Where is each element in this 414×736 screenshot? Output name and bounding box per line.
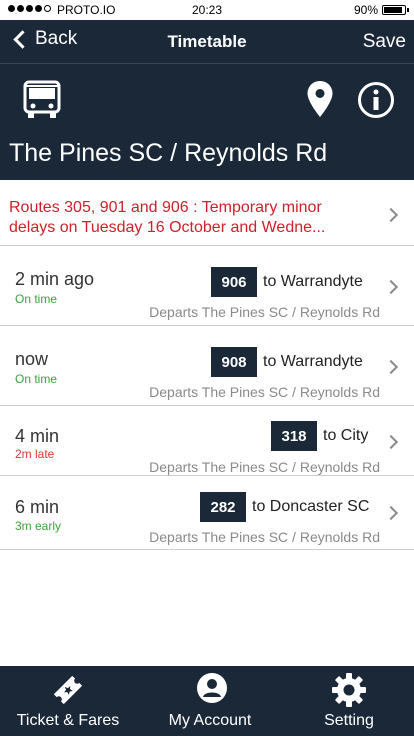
- ticket-icon: [53, 675, 83, 705]
- status-bar: PROTO.IO 20:23 90%: [0, 0, 414, 20]
- route-number-badge: 906: [211, 267, 257, 297]
- header: Back Timetable Save The Pines SC / Reyno…: [0, 20, 414, 180]
- departure-row[interactable]: 6 min 3m early 282 to Doncaster SC Depar…: [0, 476, 414, 550]
- departs-from: Departs The Pines SC / Reynolds Rd: [149, 384, 380, 400]
- departs-from: Departs The Pines SC / Reynolds Rd: [149, 459, 380, 475]
- bus-icon: [23, 80, 61, 118]
- chevron-right-icon: [383, 207, 399, 223]
- route-number-badge: 318: [271, 421, 317, 451]
- tab-my-account[interactable]: My Account: [140, 666, 280, 736]
- tab-label: Setting: [324, 712, 374, 729]
- departure-time: 2 min ago: [15, 269, 95, 289]
- tab-label: My Account: [168, 712, 252, 729]
- navigation-bar: Back Timetable Save: [0, 20, 414, 64]
- chevron-right-icon: [383, 359, 399, 375]
- info-icon[interactable]: [357, 81, 395, 119]
- page-title: Timetable: [167, 32, 247, 51]
- tab-label: Ticket & Fares: [16, 712, 120, 729]
- departure-status: 3m early: [15, 519, 62, 533]
- departs-from: Departs The Pines SC / Reynolds Rd: [149, 304, 380, 320]
- route-info: 908 to Warrandyte: [211, 347, 363, 377]
- save-button[interactable]: Save: [363, 31, 406, 53]
- alert-text-line-2: delays on Tuesday 16 October and Wedne..…: [9, 219, 326, 236]
- departure-time: 4 min: [15, 426, 60, 446]
- battery-icon: [382, 5, 409, 15]
- tab-setting[interactable]: Setting: [284, 666, 414, 736]
- gear-icon: [332, 673, 366, 707]
- route-destination: to City: [323, 427, 369, 444]
- route-number-badge: 282: [200, 492, 246, 522]
- departure-time: 6 min: [15, 497, 60, 517]
- departure-status: 2m late: [15, 447, 55, 461]
- route-info: 282 to Doncaster SC: [200, 492, 369, 522]
- route-number-badge: 908: [211, 347, 257, 377]
- alert-text-line-1: Routes 305, 901 and 906 : Temporary mino…: [9, 199, 322, 216]
- departure-status: On time: [15, 292, 58, 306]
- stop-name: The Pines SC / Reynolds Rd: [9, 139, 328, 167]
- chevron-right-icon: [383, 279, 399, 295]
- departure-row[interactable]: now On time 908 to Warrandyte Departs Th…: [0, 326, 414, 406]
- route-info: 318 to City: [271, 421, 368, 451]
- battery-percentage: 90%: [353, 3, 378, 17]
- account-icon: [197, 673, 227, 703]
- departure-time: now: [15, 349, 49, 369]
- departure-status: On time: [15, 372, 58, 386]
- route-info: 906 to Warrandyte: [211, 267, 363, 297]
- map-pin-icon[interactable]: [306, 80, 334, 118]
- tab-ticket-fares[interactable]: Ticket & Fares: [0, 666, 136, 736]
- chevron-right-icon: [383, 505, 399, 521]
- departs-from: Departs The Pines SC / Reynolds Rd: [149, 529, 380, 545]
- chevron-right-icon: [383, 434, 399, 450]
- departure-row[interactable]: 2 min ago On time 906 to Warrandyte Depa…: [0, 246, 414, 326]
- route-destination: to Warrandyte: [263, 353, 363, 370]
- tab-bar: Ticket & Fares My Account Setting: [0, 666, 414, 736]
- route-destination: to Doncaster SC: [252, 498, 370, 515]
- header-icon-row: [0, 64, 414, 134]
- status-time: 20:23: [191, 3, 223, 17]
- service-alert[interactable]: Routes 305, 901 and 906 : Temporary mino…: [0, 180, 414, 246]
- route-destination: to Warrandyte: [263, 273, 363, 290]
- departure-row[interactable]: 4 min 2m late 318 to City Departs The Pi…: [0, 406, 414, 476]
